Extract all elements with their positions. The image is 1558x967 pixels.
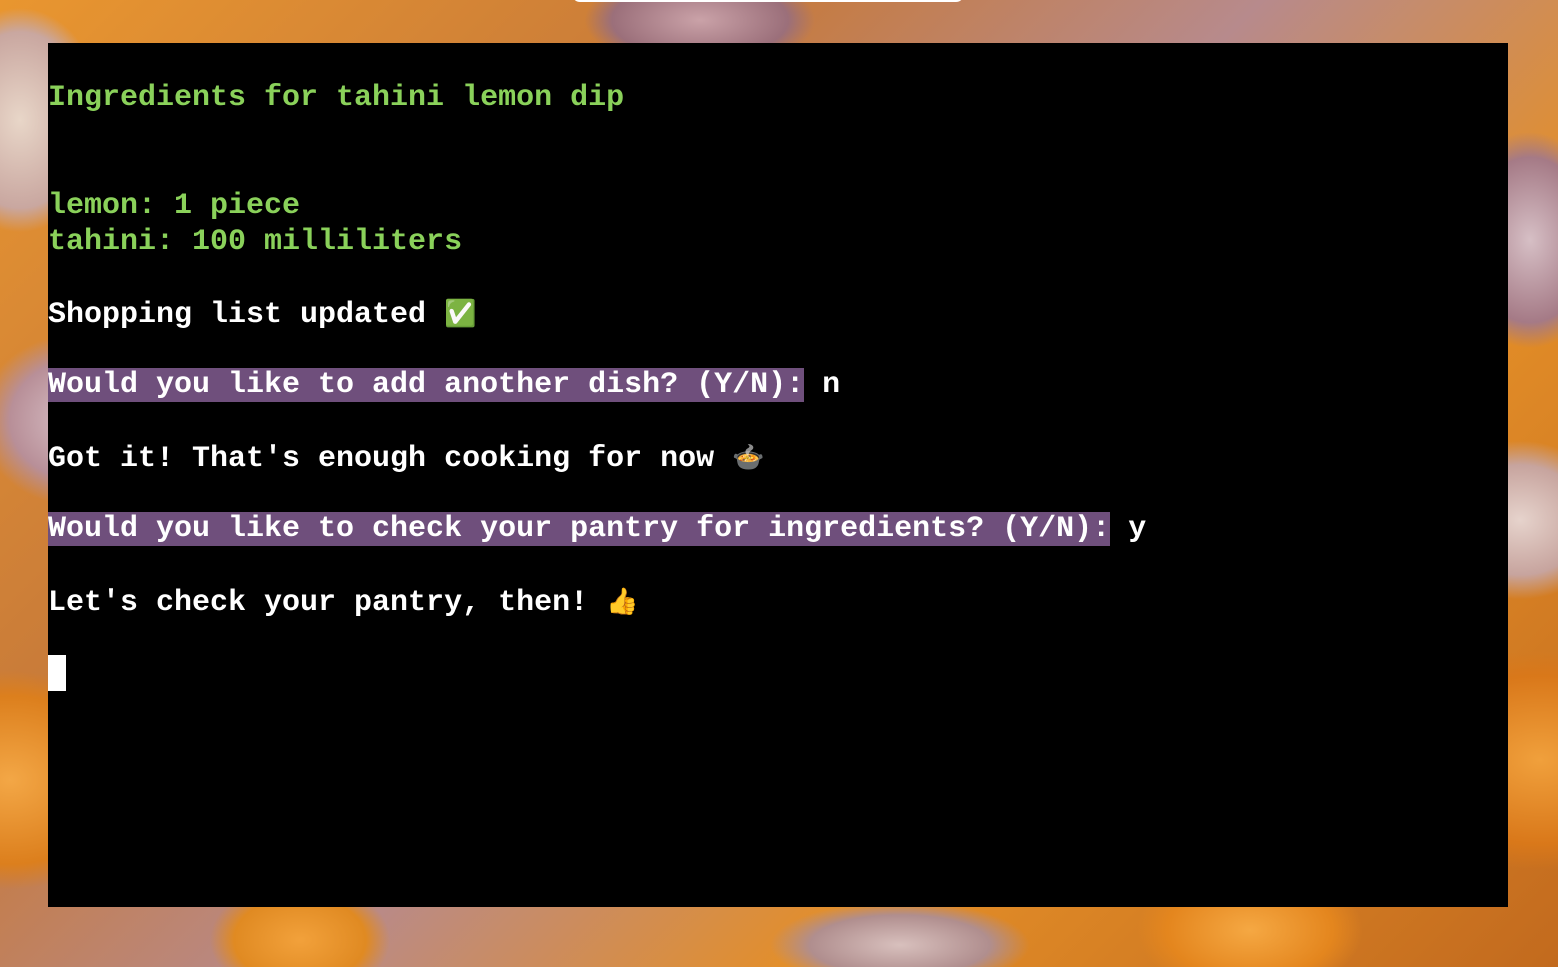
done-cooking-line: Got it! That's enough cooking for now 🍲 [48, 440, 765, 476]
answer-add-dish: n [804, 368, 841, 402]
check-mark-icon: ✅ [444, 299, 477, 329]
answer-check-pantry: y [1110, 512, 1147, 546]
check-pantry-line: Let's check your pantry, then! 👍 [48, 584, 638, 620]
prompt-add-dish-line: Would you like to add another dish? (Y/N… [48, 367, 840, 403]
shopping-status-line: Shopping list updated ✅ [48, 296, 476, 332]
prompt-add-dish: Would you like to add another dish? (Y/N… [48, 368, 805, 402]
thumbs-up-icon: 👍 [606, 587, 639, 617]
top-window-tab [572, 0, 964, 2]
ingredient-line: tahini: 100 milliliters [48, 225, 463, 259]
prompt-check-pantry: Would you like to check your pantry for … [48, 512, 1111, 546]
bowl-icon: 🍲 [732, 443, 765, 473]
prompt-check-pantry-line: Would you like to check your pantry for … [48, 511, 1146, 547]
terminal-window[interactable]: Ingredients for tahini lemon dip lemon: … [48, 43, 1508, 907]
check-pantry-text: Let's check your pantry, then! [48, 586, 589, 620]
recipe-heading: Ingredients for tahini lemon dip [48, 81, 625, 115]
done-cooking-text: Got it! That's enough cooking for now [48, 442, 715, 476]
ingredient-line: lemon: 1 piece [48, 189, 301, 223]
terminal-cursor[interactable] [48, 655, 66, 691]
shopping-status-text: Shopping list updated [48, 298, 427, 332]
